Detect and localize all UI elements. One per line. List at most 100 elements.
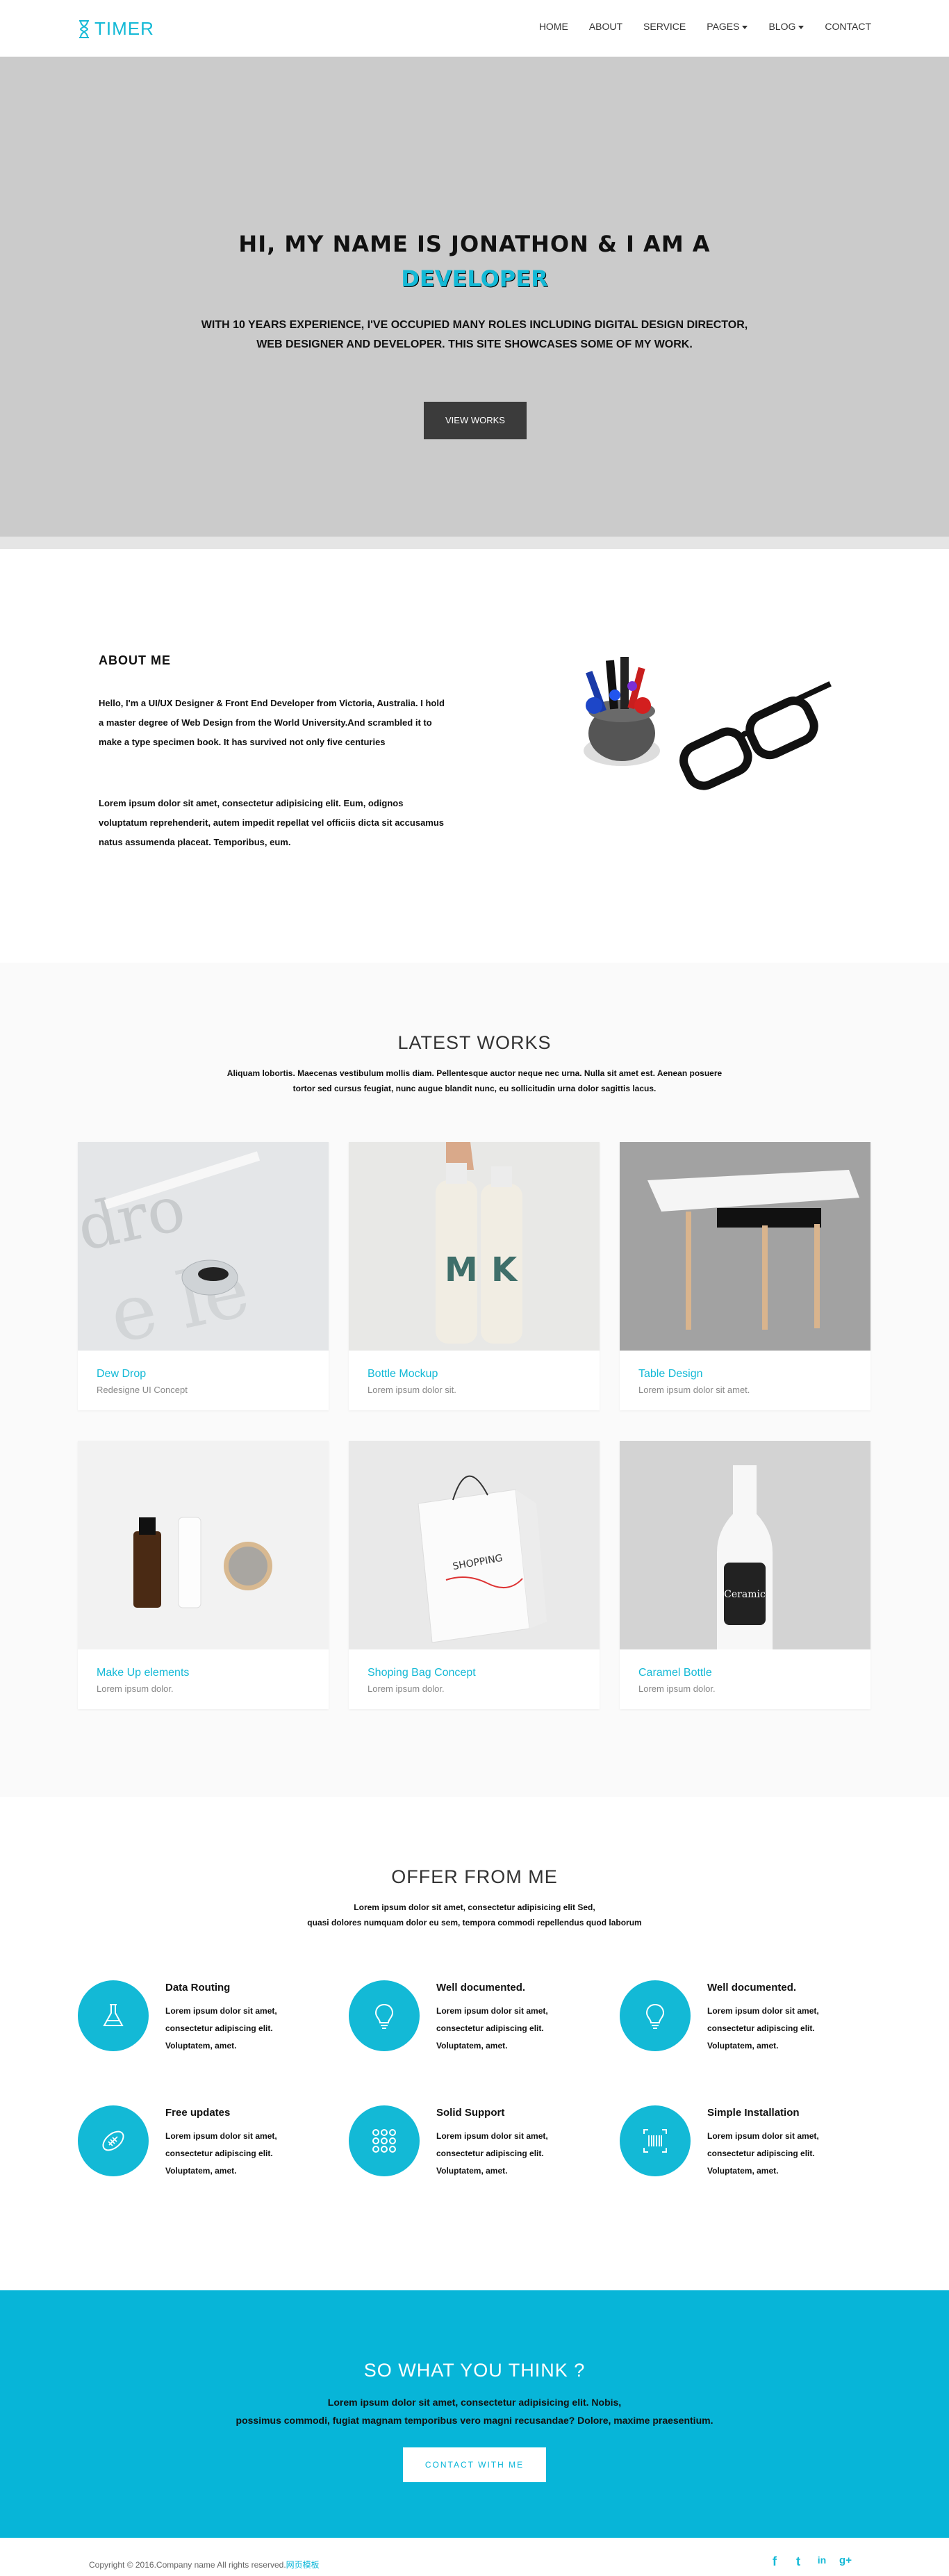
works-grid: dro e le Dew Drop Redesigne UI Concept M…: [71, 1142, 871, 1709]
hourglass-icon: [79, 19, 89, 38]
service-desc: Lorem ipsum dolor sit amet, consectetur a…: [165, 2006, 277, 2051]
service-desc: Lorem ipsum dolor sit amet, consectetur a…: [436, 2131, 548, 2176]
about-title: ABOUT ME: [99, 653, 171, 667]
about-photo: [545, 629, 851, 838]
cta-text: Lorem ipsum dolor sit amet, consectetur …: [236, 2397, 713, 2426]
hero-section: HI, MY NAME IS JONATHON & I AM A DEVELOP…: [0, 57, 949, 537]
about-paragraph-1: Hello, I'm a UI/UX Designer & Front End …: [99, 698, 445, 747]
work-title[interactable]: Make Up elements: [97, 1667, 329, 1679]
work-image-caramel-bottle: Ceramic: [620, 1441, 870, 1649]
twitter-icon[interactable]: t: [792, 2554, 804, 2569]
work-desc: Lorem ipsum dolor sit.: [368, 1385, 456, 1395]
football-icon: [102, 2130, 124, 2151]
service-icon-circle: [620, 1980, 691, 2051]
nav-service[interactable]: SERVICE: [643, 21, 686, 32]
service-title: Free updates: [165, 2107, 231, 2119]
work-image-shopping-bag: SHOPPING: [349, 1441, 600, 1649]
about-section: ABOUT ME Hello, I'm a UI/UX Designer & F…: [0, 549, 949, 963]
service-title: Well documented.: [436, 1982, 526, 1994]
work-title[interactable]: Table Design: [638, 1368, 870, 1380]
latest-works-section: LATEST WORKS Aliquam lobortis. Maecenas …: [0, 963, 949, 1797]
lightbulb-icon: [645, 2003, 665, 2029]
linkedin-icon[interactable]: in: [816, 2554, 828, 2569]
copyright-text: Copyright © 2016.Company name All rights…: [89, 2560, 320, 2570]
service-desc: Lorem ipsum dolor sit amet, consectetur a…: [707, 2131, 819, 2176]
service-desc: Lorem ipsum dolor sit amet, consectetur a…: [436, 2006, 548, 2051]
service-title: Solid Support: [436, 2107, 505, 2119]
google-plus-icon[interactable]: g+: [839, 2554, 852, 2569]
service-desc: Lorem ipsum dolor sit amet, consectetur a…: [165, 2131, 277, 2176]
works-subtitle: Aliquam lobortis. Maecenas vestibulum mo…: [226, 1068, 723, 1093]
barcode-icon: [643, 2129, 667, 2153]
work-desc: Lorem ipsum dolor.: [368, 1684, 445, 1694]
nav-home[interactable]: HOME: [539, 21, 568, 32]
caret-down-icon: [798, 25, 804, 29]
service-item: Free updates Lorem ipsum dolor sit amet,…: [78, 2105, 328, 2182]
footer: Copyright © 2016.Company name All rights…: [0, 2538, 949, 2576]
top-navbar: TIMER HOME ABOUT SERVICE PAGES BLOG CONT…: [0, 0, 949, 57]
service-desc: Lorem ipsum dolor sit amet, consectetur a…: [707, 2006, 819, 2051]
work-desc: Lorem ipsum dolor sit amet.: [638, 1385, 750, 1395]
work-card[interactable]: Table Design Lorem ipsum dolor sit amet.: [620, 1142, 870, 1410]
svg-text:Ceramic: Ceramic: [724, 1589, 766, 1600]
hero-divider: [0, 537, 949, 549]
service-icon-circle: [78, 2105, 149, 2176]
work-title[interactable]: Dew Drop: [97, 1368, 329, 1380]
cta-section: SO WHAT YOU THINK ? Lorem ipsum dolor si…: [0, 2290, 949, 2538]
logo-text: TIMER: [94, 18, 154, 39]
work-desc: Redesigne UI Concept: [97, 1385, 188, 1395]
service-item: Well documented. Lorem ipsum dolor sit a…: [349, 1980, 599, 2057]
view-works-button[interactable]: VIEW WORKS: [424, 402, 527, 439]
offer-subtitle: Lorem ipsum dolor sit amet, consectetur …: [307, 1902, 642, 1927]
work-card[interactable]: SHOPPING Shoping Bag Concept Lorem ipsum…: [349, 1441, 600, 1709]
contact-button[interactable]: CONTACT WITH ME: [403, 2447, 546, 2482]
service-title: Data Routing: [165, 1982, 231, 1994]
work-image-make-up: [78, 1441, 329, 1649]
work-title[interactable]: Shoping Bag Concept: [368, 1667, 600, 1679]
lightbulb-icon: [374, 2003, 394, 2029]
service-title: Simple Installation: [707, 2107, 800, 2119]
service-icon-circle: [620, 2105, 691, 2176]
work-card[interactable]: Ceramic Caramel Bottle Lorem ipsum dolor…: [620, 1441, 870, 1709]
caret-down-icon: [742, 25, 748, 29]
work-title[interactable]: Caramel Bottle: [638, 1667, 870, 1679]
footer-link[interactable]: 网页模板: [286, 2560, 320, 2570]
nav-about[interactable]: ABOUT: [589, 21, 622, 32]
offer-section: OFFER FROM ME Lorem ipsum dolor sit amet…: [0, 1797, 949, 2290]
work-card[interactable]: dro e le Dew Drop Redesigne UI Concept: [71, 1142, 329, 1410]
work-card[interactable]: Make Up elements Lorem ipsum dolor.: [78, 1441, 329, 1709]
service-item: Well documented. Lorem ipsum dolor sit a…: [620, 1980, 870, 2057]
facebook-icon[interactable]: f: [768, 2554, 781, 2569]
service-icon-circle: [78, 1980, 149, 2051]
works-title: LATEST WORKS: [397, 1032, 552, 1053]
hero-heading: HI, MY NAME IS JONATHON & I AM A: [238, 231, 711, 257]
cta-title: SO WHAT YOU THINK ?: [363, 2360, 586, 2381]
nav-contact[interactable]: CONTACT: [825, 21, 871, 32]
hero-role: DEVELOPER: [401, 266, 548, 292]
about-paragraph-2: Lorem ipsum dolor sit amet, consectetur …: [99, 798, 445, 847]
service-item: Data Routing Lorem ipsum dolor sit amet,…: [78, 1980, 328, 2057]
offer-title: OFFER FROM ME: [391, 1866, 558, 1887]
flask-icon: [103, 2004, 124, 2026]
work-card[interactable]: M K Bottle Mockup Lorem ipsum dolor sit.: [349, 1142, 600, 1410]
work-image-dew-drop: dro e le: [71, 1142, 329, 1360]
dots-grid-icon: [372, 2129, 396, 2153]
service-icon-circle: [349, 2105, 420, 2176]
service-icon-circle: [349, 1980, 420, 2051]
work-image-table-design: [620, 1142, 870, 1351]
svg-text:M: M: [445, 1250, 478, 1289]
main-menu: HOME ABOUT SERVICE PAGES BLOG CONTACT: [518, 21, 871, 32]
work-desc: Lorem ipsum dolor.: [97, 1684, 174, 1694]
svg-text:K: K: [491, 1250, 518, 1289]
nav-pages[interactable]: PAGES: [707, 21, 748, 32]
nav-blog[interactable]: BLOG: [768, 21, 804, 32]
service-title: Well documented.: [707, 1982, 797, 1994]
hero-description: WITH 10 YEARS EXPERIENCE, I'VE OCCUPIED …: [201, 319, 748, 350]
work-image-bottle-mockup: M K: [349, 1142, 600, 1351]
service-item: Simple Installation Lorem ipsum dolor si…: [620, 2105, 870, 2182]
service-item: Solid Support Lorem ipsum dolor sit amet…: [349, 2105, 599, 2182]
site-logo[interactable]: TIMER: [78, 18, 154, 40]
work-title[interactable]: Bottle Mockup: [368, 1368, 600, 1380]
work-desc: Lorem ipsum dolor.: [638, 1684, 716, 1694]
social-links: f t in g+: [768, 2554, 852, 2569]
